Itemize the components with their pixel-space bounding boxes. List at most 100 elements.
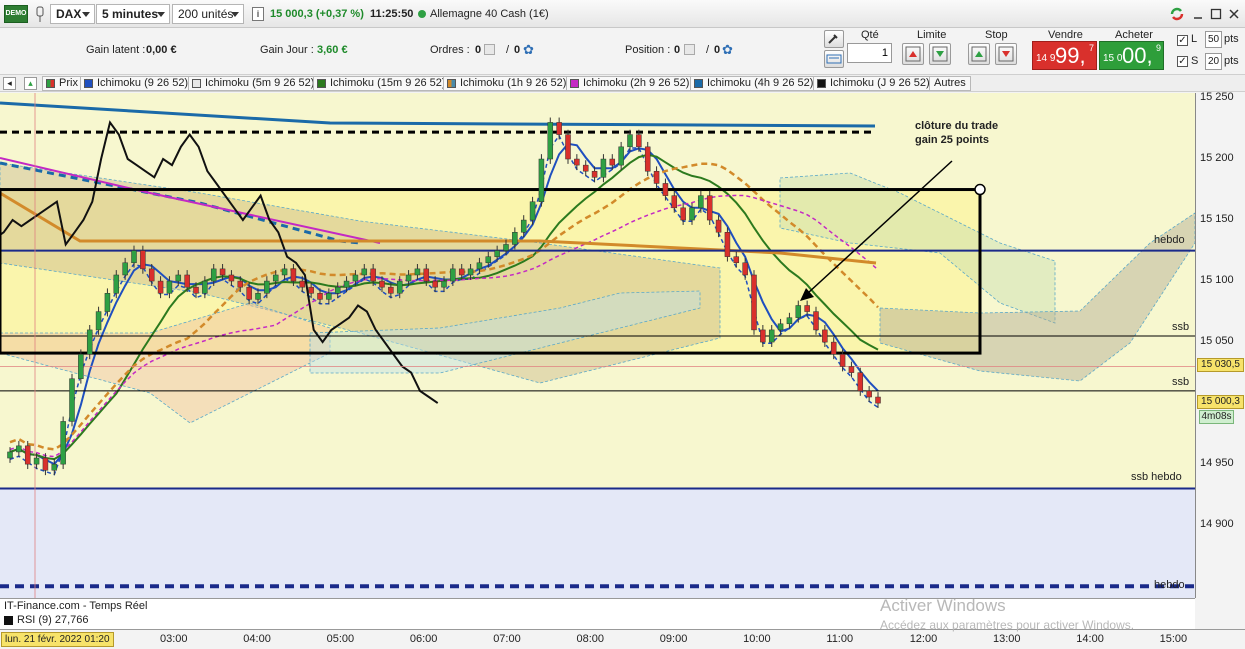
candle-body	[813, 311, 819, 331]
ordres-gear-icon[interactable]: ✿	[523, 42, 534, 58]
candle-body	[334, 286, 341, 294]
indicator-ichimoku-1h[interactable]: Ichimoku (1h 9 26 52)	[443, 76, 572, 91]
indicator-ichimoku-2h[interactable]: Ichimoku (2h 9 26 52)	[566, 76, 695, 91]
candle-body	[361, 268, 368, 276]
candle-body	[706, 195, 713, 221]
market-name: Allemagne 40 Cash (1€)	[430, 8, 549, 20]
indicator-prix[interactable]: Prix	[42, 76, 83, 91]
time-axis-label: 06:00	[409, 633, 438, 645]
level-label-hebdo-bottom: hebdo	[1154, 579, 1185, 591]
candle-body	[618, 146, 624, 166]
candle-body	[653, 170, 660, 184]
indicator-ichimoku-5m[interactable]: Ichimoku (5m 9 26 52)	[188, 76, 320, 91]
ordres-box-icon[interactable]	[484, 44, 495, 55]
candle-body	[556, 122, 562, 135]
trade-annotation-line2: gain 25 points	[915, 134, 989, 146]
rsi-label[interactable]: RSI (9) 27,766	[17, 614, 89, 626]
price-axis-label: 15 150	[1200, 213, 1234, 226]
position-label: Position :	[625, 44, 671, 56]
limit-buy-button[interactable]	[902, 43, 924, 65]
candle-body	[157, 280, 164, 294]
candle-body	[51, 463, 58, 471]
candle-body	[202, 280, 208, 294]
timeframe-select[interactable]: 5 minutes	[96, 4, 170, 24]
limit-sell-button[interactable]	[929, 43, 951, 65]
time-axis-label: 09:00	[659, 633, 688, 645]
time-axis-label: 14:00	[1076, 633, 1104, 645]
info-icon[interactable]: i	[252, 7, 264, 21]
candle-body	[69, 378, 75, 422]
watermark-subtitle: Accédez aux paramètres pour activer Wind…	[880, 618, 1135, 632]
sell-button[interactable]: 14 9 99, 7	[1032, 41, 1097, 70]
ichimoku-2h-color-icon	[570, 79, 579, 88]
candle-body	[396, 280, 403, 294]
lower-background-band	[0, 488, 1195, 598]
indicators-more-button[interactable]: Autres	[929, 76, 971, 91]
candle-body	[16, 445, 22, 453]
candle-body	[166, 280, 173, 294]
maximize-icon[interactable]	[1210, 8, 1222, 20]
stop-buy-button[interactable]	[968, 43, 990, 65]
bar-up-icon[interactable]: ▴	[24, 77, 37, 90]
indicator-ichimoku-15m[interactable]: Ichimoku (15m 9 26 52)	[313, 76, 451, 91]
indicator-label: Ichimoku (2h 9 26 52)	[583, 77, 690, 89]
ichimoku-15m-color-icon	[317, 79, 326, 88]
candle-body	[308, 286, 314, 294]
price-axis-label: 15 100	[1200, 274, 1234, 287]
candle-body	[219, 268, 226, 276]
pin-icon[interactable]	[33, 5, 47, 23]
position-gear-icon[interactable]: ✿	[722, 42, 733, 58]
instrument-select[interactable]: DAX	[50, 4, 95, 24]
position-other: 0	[714, 44, 721, 56]
indicator-label: Ichimoku (1h 9 26 52)	[460, 77, 567, 89]
candle-body	[857, 372, 864, 392]
gain-latent-label: Gain latent :	[86, 44, 146, 56]
candle-body	[733, 256, 740, 264]
level-label-ssb-1: ssb	[1172, 321, 1190, 333]
candle-body	[644, 146, 651, 172]
indicator-ichimoku[interactable]: Ichimoku (9 26 52)	[80, 76, 194, 91]
refresh-icon[interactable]	[1168, 5, 1186, 23]
l-checkbox[interactable]: ✓	[1177, 35, 1188, 46]
indicator-ichimoku-4h[interactable]: Ichimoku (4h 9 26 52)	[690, 76, 819, 91]
price-chart[interactable]: clôture du trade gain 25 points hebdo ss…	[0, 93, 1196, 598]
candle-body	[343, 280, 350, 288]
candle-body	[565, 134, 571, 160]
time-axis-label: 11:00	[826, 633, 854, 645]
gain-jour-value: 3,60 €	[317, 44, 348, 56]
candle-body	[175, 274, 182, 282]
l-value-input[interactable]: 50	[1205, 31, 1222, 48]
indicator-ichimoku-j[interactable]: Ichimoku (J 9 26 52)	[813, 76, 935, 91]
qty-input[interactable]	[847, 43, 892, 63]
candle-body	[715, 219, 722, 233]
candle-body	[104, 293, 111, 312]
watermark-title: Activer Windows	[880, 596, 1006, 615]
candle-body	[42, 457, 49, 471]
candle-body	[210, 268, 217, 282]
minimize-icon[interactable]	[1192, 8, 1204, 20]
candle-body	[193, 286, 199, 294]
s-checkbox[interactable]: ✓	[1177, 56, 1188, 67]
stop-sell-button[interactable]	[995, 43, 1017, 65]
keyboard-icon[interactable]	[824, 50, 844, 68]
position-box-icon[interactable]	[684, 44, 695, 55]
close-icon[interactable]	[1228, 8, 1240, 20]
price-axis-label: 15 250	[1200, 91, 1234, 103]
candle-body	[246, 286, 252, 300]
bar-toggle-icon[interactable]: ◂	[3, 77, 16, 90]
units-select[interactable]: 200 unités	[172, 4, 244, 24]
time-axis-label: 12:00	[909, 633, 938, 645]
candle-body	[60, 421, 66, 465]
candle-body	[804, 305, 810, 312]
ichimoku-5m-color-icon	[192, 79, 201, 88]
candle-body	[600, 158, 607, 178]
candle-body	[299, 280, 306, 288]
trade-box-handle	[974, 183, 986, 196]
time-axis[interactable]: lun. 21 févr. 2022 01:20 03:00 04:00 05:00…	[0, 629, 1245, 649]
candle-body	[751, 274, 757, 331]
buy-button[interactable]: 15 0 00, 9	[1099, 41, 1164, 70]
candle-body	[609, 158, 616, 166]
tools-icon[interactable]	[824, 30, 844, 48]
price-axis[interactable]: 15 250 15 200 15 150 15 100 15 050 14 950 14 9…	[1195, 91, 1245, 598]
s-value-input[interactable]: 20	[1205, 53, 1222, 70]
